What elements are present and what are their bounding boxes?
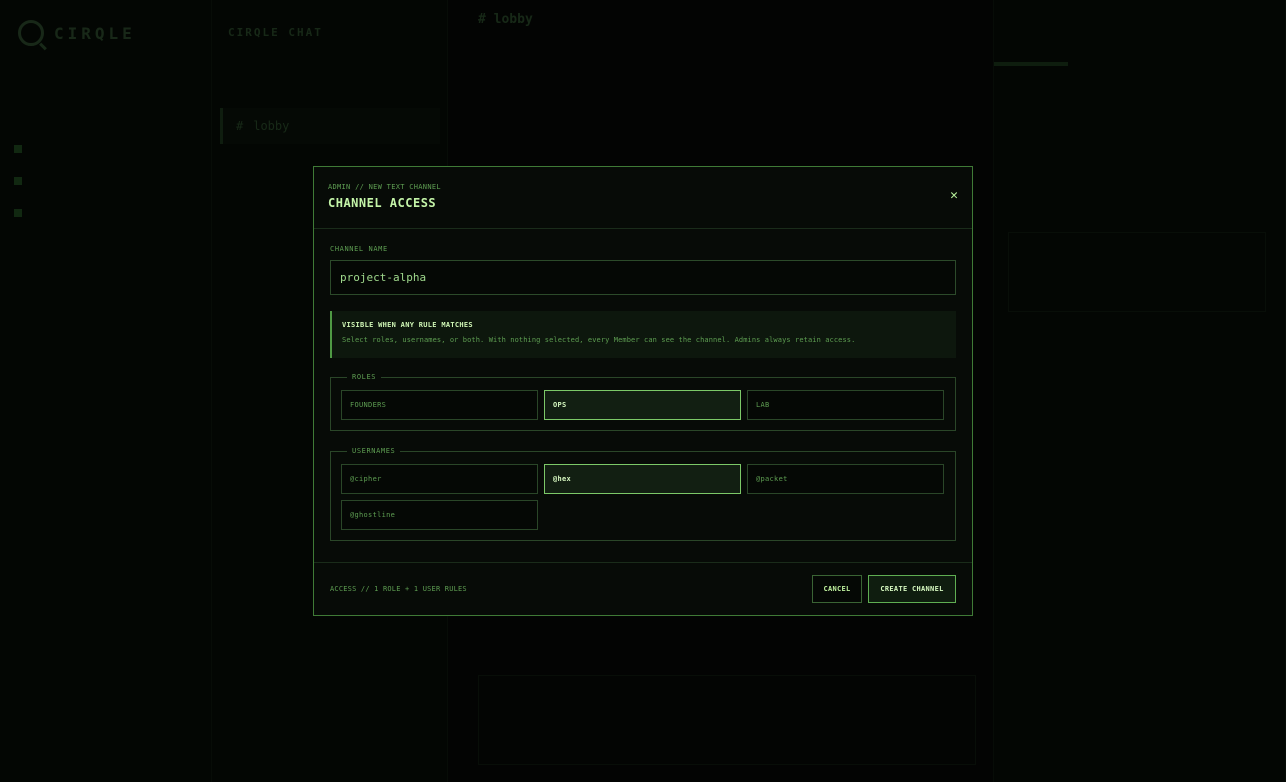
modal-title: CHANNEL ACCESS — [328, 196, 437, 210]
usernames-group: USERNAMES @cipher @hex @packet @ghostlin… — [330, 447, 956, 541]
role-option-founders[interactable]: FOUNDERS — [341, 390, 538, 420]
role-option-ops[interactable]: OPS — [544, 390, 741, 420]
access-status: ACCESS // 1 ROLE + 1 USER RULES — [330, 585, 467, 593]
user-option-ghostline[interactable]: @ghostline — [341, 500, 538, 530]
role-option-lab[interactable]: LAB — [747, 390, 944, 420]
close-icon[interactable]: ✕ — [950, 189, 958, 202]
channel-access-modal: ADMIN // NEW TEXT CHANNEL CHANNEL ACCESS… — [313, 166, 973, 616]
notice-text: Select roles, usernames, or both. With n… — [342, 336, 856, 344]
user-option-cipher[interactable]: @cipher — [341, 464, 538, 494]
breadcrumb: ADMIN // NEW TEXT CHANNEL — [328, 183, 441, 191]
modal-footer: ACCESS // 1 ROLE + 1 USER RULES CANCEL C… — [314, 562, 972, 615]
roles-legend: ROLES — [352, 373, 377, 381]
modal-body: CHANNEL NAME VISIBLE WHEN ANY RULE MATCH… — [314, 229, 972, 541]
modal-header: ADMIN // NEW TEXT CHANNEL CHANNEL ACCESS… — [314, 167, 972, 229]
create-channel-button[interactable]: CREATE CHANNEL — [868, 575, 956, 603]
usernames-legend: USERNAMES — [352, 447, 396, 455]
channel-name-input[interactable] — [330, 260, 956, 295]
cancel-button[interactable]: CANCEL — [812, 575, 862, 603]
user-option-hex[interactable]: @hex — [544, 464, 741, 494]
user-option-packet[interactable]: @packet — [747, 464, 944, 494]
visibility-notice: VISIBLE WHEN ANY RULE MATCHES Select rol… — [330, 311, 956, 358]
notice-title: VISIBLE WHEN ANY RULE MATCHES — [342, 321, 473, 329]
channel-name-label: CHANNEL NAME — [330, 245, 388, 253]
roles-group: ROLES FOUNDERS OPS LAB — [330, 373, 956, 431]
